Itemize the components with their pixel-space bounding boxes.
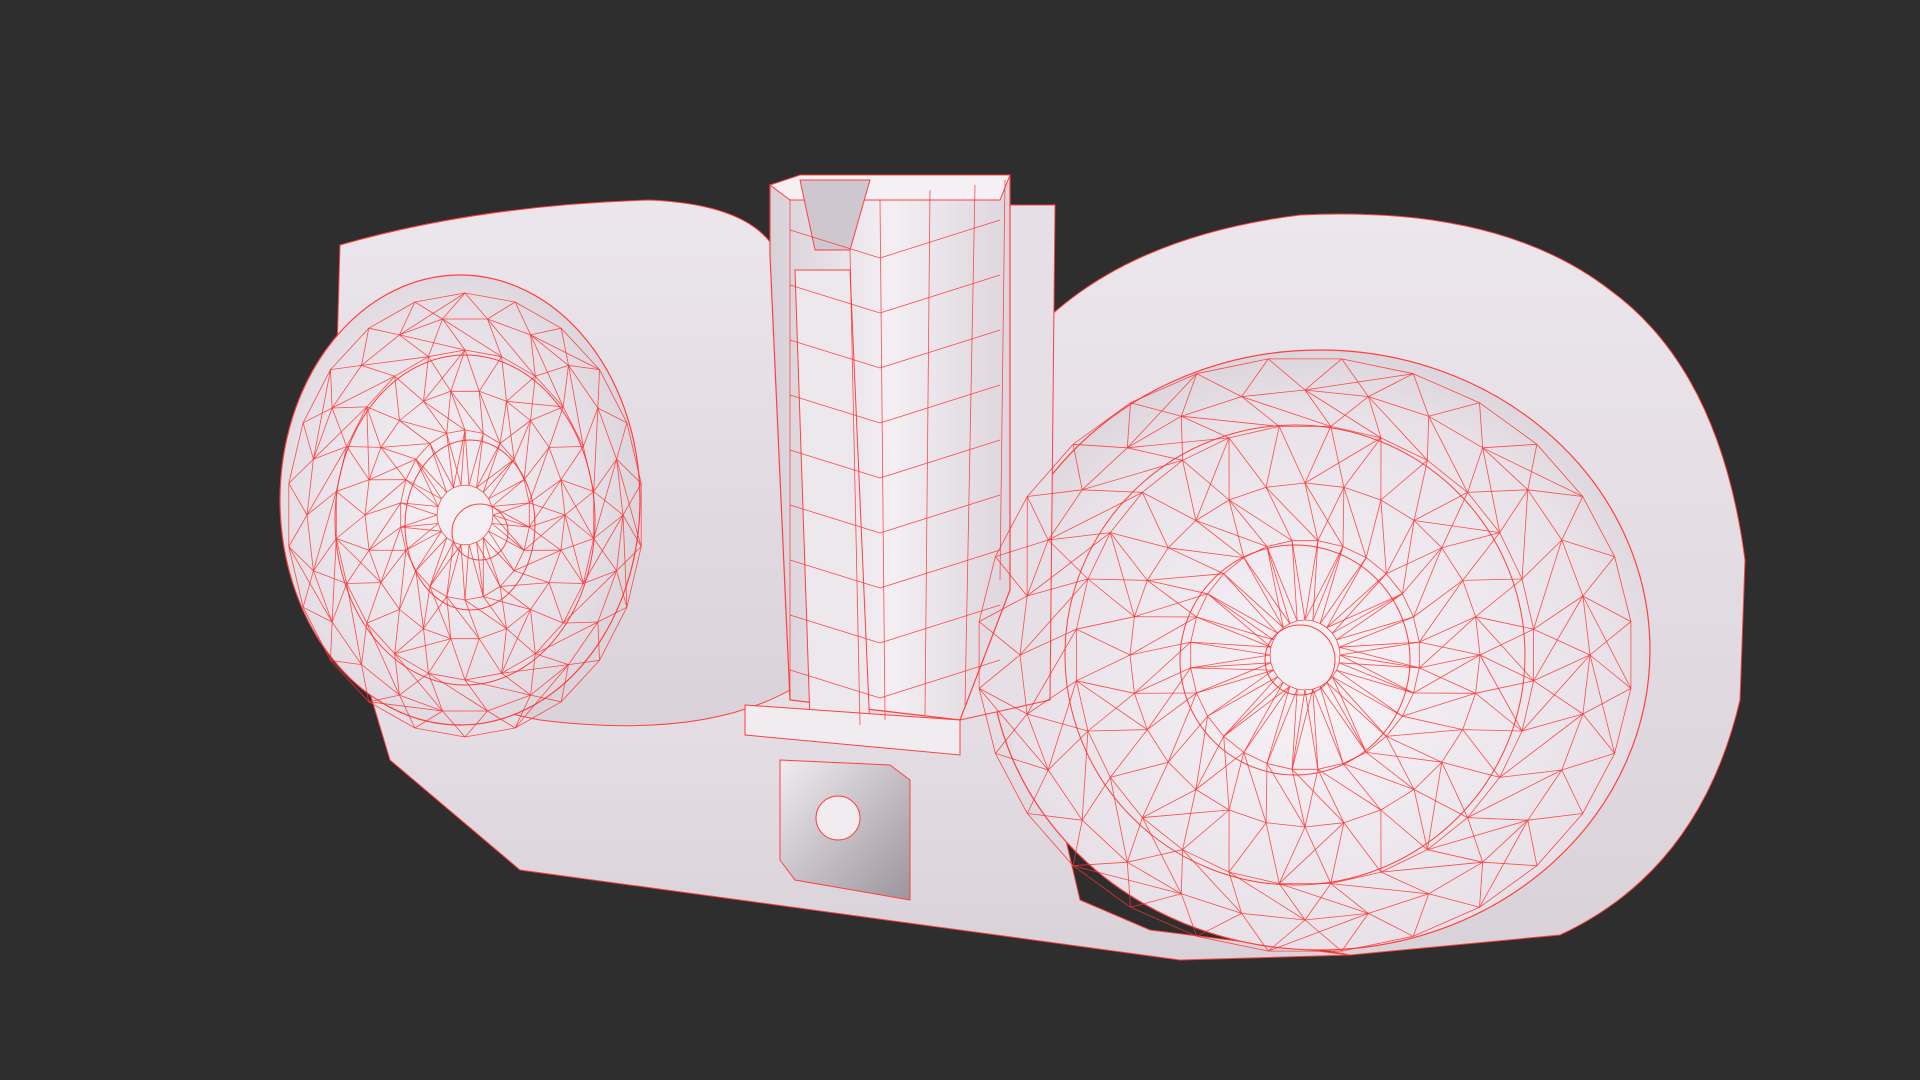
right-drum-bolt	[1264, 624, 1336, 696]
render-viewport[interactable]	[0, 0, 1920, 1080]
clip-bracket-bolt	[815, 795, 861, 841]
model-render	[279, 174, 1746, 961]
